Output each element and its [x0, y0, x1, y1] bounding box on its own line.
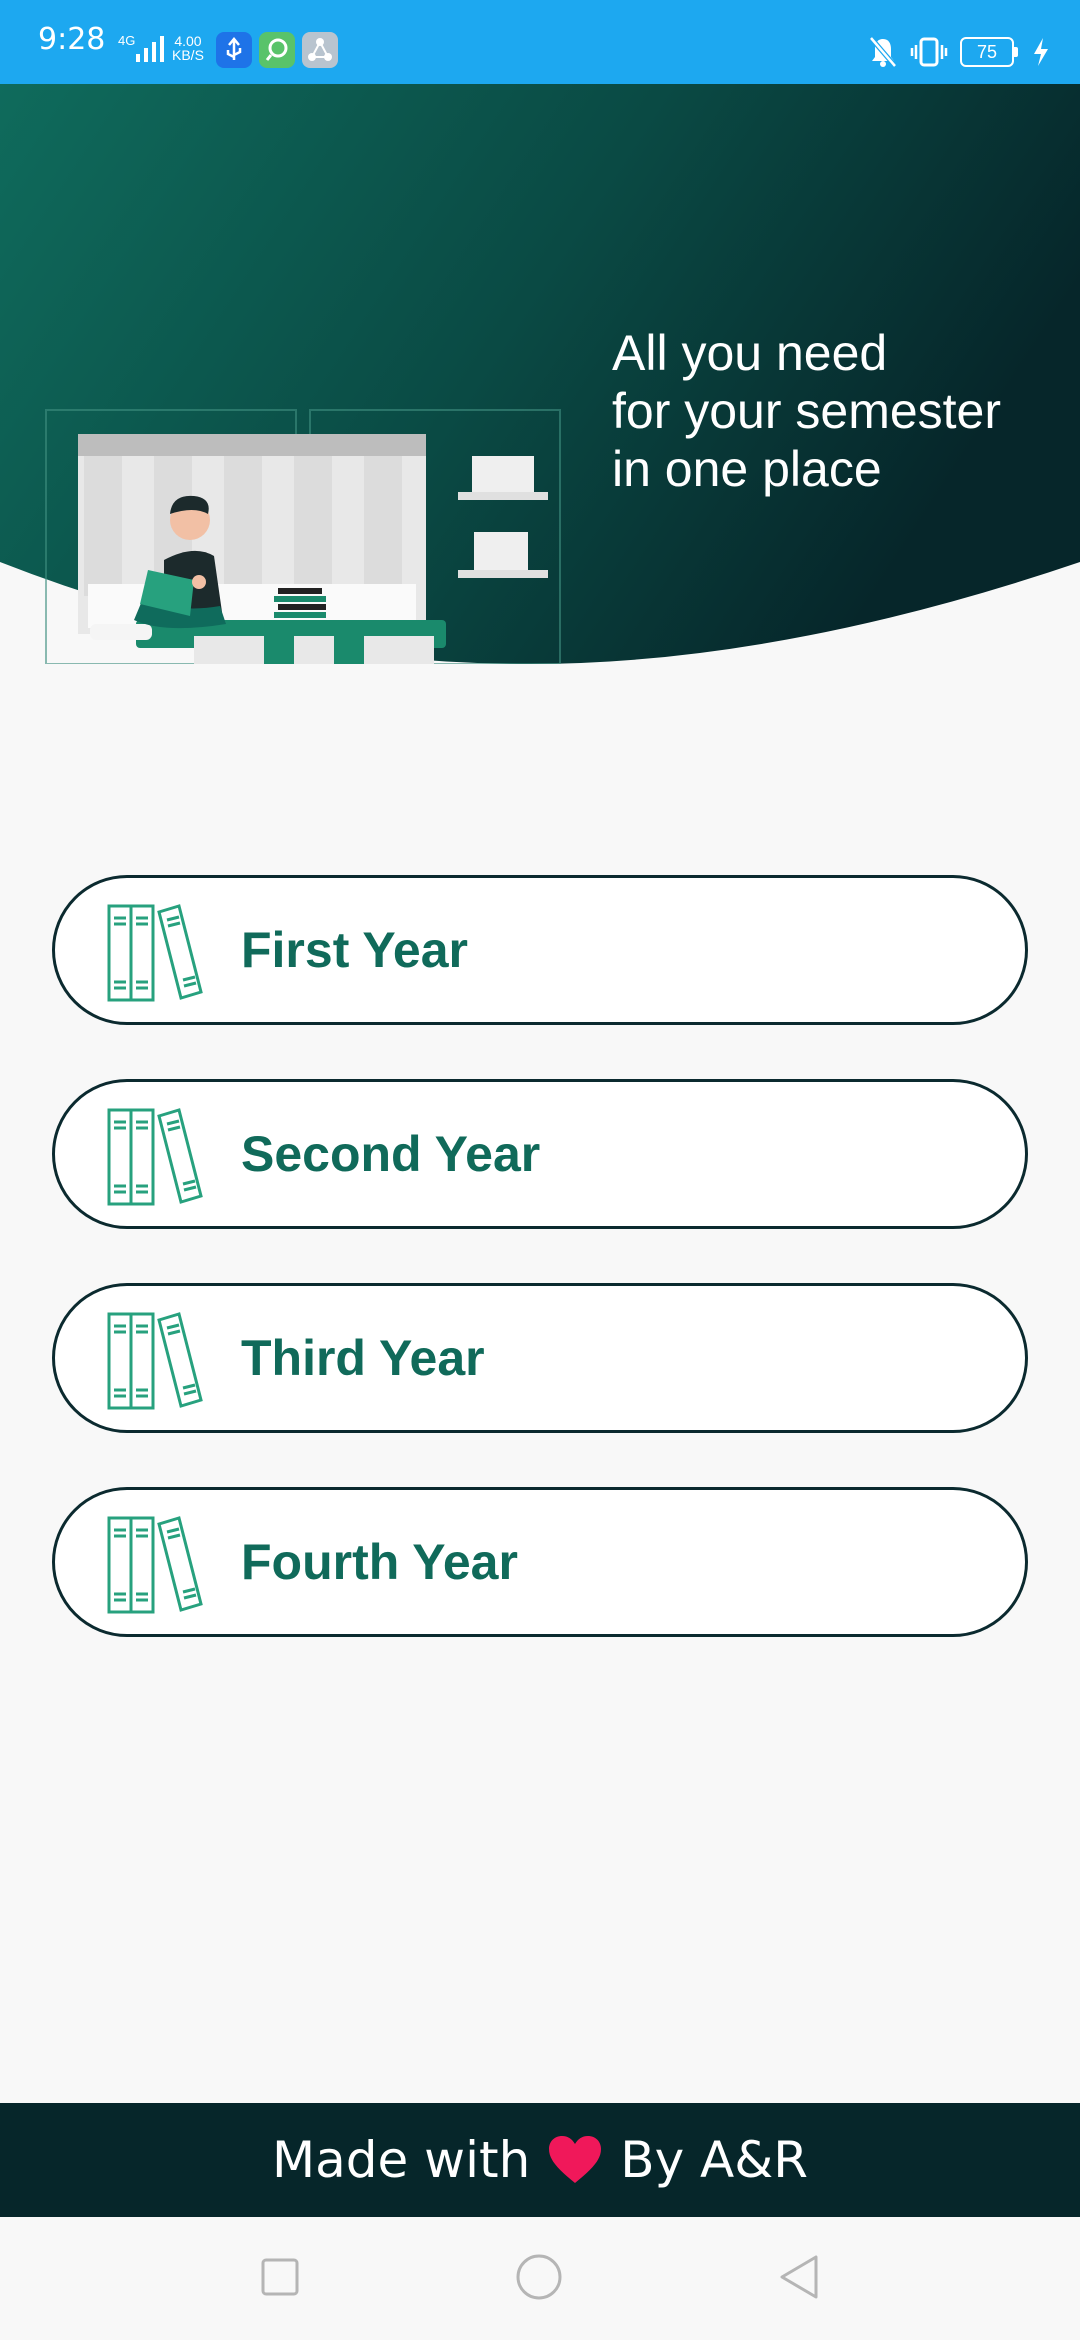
- network-speed: 4.00 KB/S: [172, 34, 204, 62]
- second-year-label: Second Year: [241, 1126, 541, 1182]
- tagline-line-3: in one place: [612, 441, 882, 497]
- first-year-button[interactable]: First Year: [52, 875, 1028, 1025]
- vibrate-icon: [910, 37, 948, 67]
- fourth-year-label: Fourth Year: [241, 1534, 518, 1590]
- third-year-button[interactable]: Third Year: [52, 1283, 1028, 1433]
- tagline-line-2: for your semester: [612, 383, 1002, 439]
- footer-credit: Made with By A&R: [0, 2103, 1080, 2217]
- signal-icon: [136, 36, 164, 62]
- header-banner: All you need for your semester in one pl…: [0, 84, 1080, 664]
- tagline-line-1: All you need: [612, 325, 888, 381]
- books-icon: [107, 1108, 203, 1206]
- heart-icon: [549, 2136, 602, 2183]
- charging-icon: [1034, 38, 1048, 66]
- bell-muted-icon: [869, 36, 897, 68]
- books-icon: [107, 1516, 203, 1614]
- books-icon: [107, 904, 203, 1002]
- third-year-label: Third Year: [241, 1330, 485, 1386]
- circle-home-icon[interactable]: [515, 2253, 563, 2301]
- triangle-back-icon[interactable]: [778, 2253, 822, 2301]
- books-icon: [107, 1312, 203, 1410]
- share-app-icon: [302, 32, 338, 68]
- speed-value: 4.00: [174, 33, 202, 49]
- app-notification-icon: [259, 32, 295, 68]
- status-bar: 9:28 4G 4.00 KB/S 75: [0, 0, 1080, 84]
- footer-author: By A&R: [620, 2131, 808, 2189]
- square-recents-icon[interactable]: [260, 2257, 300, 2297]
- header-tagline: All you need for your semester in one pl…: [612, 324, 1052, 498]
- status-right: 75: [868, 32, 1050, 72]
- first-year-label: First Year: [241, 922, 469, 978]
- speed-unit: KB/S: [172, 47, 204, 63]
- reading-person-illustration: [45, 409, 561, 664]
- status-time: 9:28: [38, 22, 106, 57]
- fourth-year-button[interactable]: Fourth Year: [52, 1487, 1028, 1637]
- usb-icon: [216, 32, 252, 68]
- battery-indicator: 75: [960, 37, 1018, 67]
- year-list: First Year Second Year Third Year Fourth…: [52, 875, 1028, 1691]
- system-navigation-bar: [0, 2217, 1080, 2340]
- footer-made-with: Made with: [272, 2131, 531, 2189]
- second-year-button[interactable]: Second Year: [52, 1079, 1028, 1229]
- network-type: 4G: [118, 33, 136, 48]
